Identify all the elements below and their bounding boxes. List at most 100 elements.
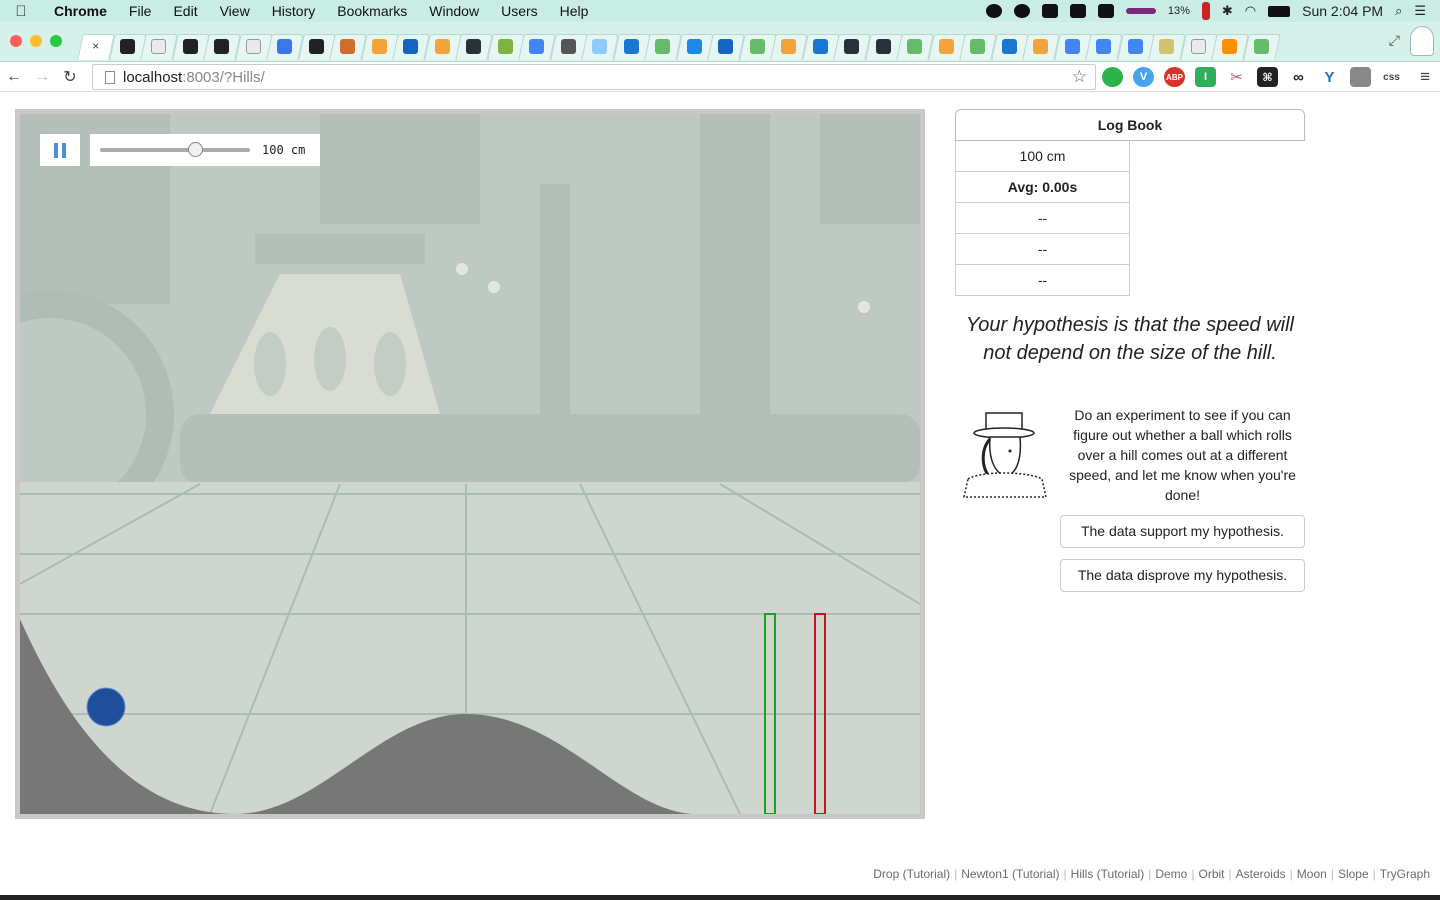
lab-flask	[254, 332, 286, 396]
browser-tab[interactable]	[427, 32, 459, 60]
simulation-canvas[interactable]: 100 cm	[15, 109, 925, 819]
browser-tab[interactable]	[1025, 32, 1057, 60]
browser-tab[interactable]	[269, 32, 301, 60]
game-extension-icon[interactable]	[1350, 67, 1371, 87]
browser-tab[interactable]	[710, 32, 742, 60]
browser-tab[interactable]	[1088, 32, 1120, 60]
tools-extension-icon[interactable]: ✂	[1226, 67, 1247, 87]
slider-track[interactable]	[100, 142, 250, 157]
tab-favicon-icon	[686, 38, 702, 54]
close-tab-icon[interactable]: ×	[92, 39, 99, 53]
data-support-button[interactable]: The data support my hypothesis.	[1060, 515, 1305, 548]
notification-bell-icon[interactable]	[985, 4, 1002, 18]
forward-button[interactable]: →	[28, 68, 56, 86]
browser-tab[interactable]	[742, 32, 774, 60]
browser-tab[interactable]	[647, 32, 679, 60]
clock[interactable]: Sun 2:04 PM	[1302, 3, 1383, 19]
menu-edit[interactable]: Edit	[162, 3, 208, 19]
reload-button[interactable]: ↻	[56, 67, 84, 87]
rolling-ball[interactable]	[86, 687, 126, 727]
browser-tab[interactable]	[899, 32, 931, 60]
slider-thumb[interactable]	[187, 142, 203, 157]
footer-link[interactable]: TryGraph	[1380, 867, 1430, 881]
browser-tab[interactable]	[521, 32, 553, 60]
command-extension-icon[interactable]: ⌘	[1257, 67, 1278, 87]
browser-tab[interactable]	[175, 32, 207, 60]
spotlight-search-icon[interactable]: ⌕	[1395, 3, 1402, 19]
browser-tab[interactable]	[994, 32, 1026, 60]
bird-icon[interactable]	[1069, 4, 1086, 18]
footer-link[interactable]: Hills (Tutorial)	[1071, 867, 1145, 881]
vimeo-extension-icon[interactable]: V	[1133, 67, 1154, 87]
browser-tab[interactable]	[931, 32, 963, 60]
menu-view[interactable]: View	[209, 3, 261, 19]
footer-link[interactable]: Orbit	[1198, 867, 1224, 881]
menu-users[interactable]: Users	[490, 3, 549, 19]
menu-help[interactable]: Help	[549, 3, 600, 19]
wifi-icon[interactable]: ◠	[1245, 3, 1256, 19]
profile-icon[interactable]	[1410, 26, 1434, 56]
browser-tab[interactable]	[836, 32, 868, 60]
browser-tab[interactable]	[301, 32, 333, 60]
zoom-window-button[interactable]	[50, 35, 62, 47]
browser-tab[interactable]	[868, 32, 900, 60]
menu-app-name[interactable]: Chrome	[42, 3, 118, 19]
browser-tab[interactable]	[143, 32, 175, 60]
browser-tab[interactable]	[1183, 32, 1215, 60]
browser-tab[interactable]	[962, 32, 994, 60]
browser-tab[interactable]	[1151, 32, 1183, 60]
data-disprove-button[interactable]: The data disprove my hypothesis.	[1060, 559, 1305, 592]
css-extension-icon[interactable]: css	[1381, 67, 1402, 87]
balloon-icon[interactable]	[1013, 4, 1030, 18]
footer-link[interactable]: Newton1 (Tutorial)	[961, 867, 1059, 881]
address-bar[interactable]: localhost :8003/?Hills/ ☆	[92, 64, 1096, 90]
browser-tab[interactable]: ×	[80, 32, 112, 60]
browser-tab[interactable]	[395, 32, 427, 60]
vuejs-extension-icon[interactable]: Y	[1319, 67, 1340, 87]
browser-tab[interactable]	[1246, 32, 1278, 60]
footer-link[interactable]: Drop (Tutorial)	[873, 867, 950, 881]
browser-tab[interactable]	[332, 32, 364, 60]
footer-link[interactable]: Moon	[1297, 867, 1327, 881]
pushbullet-extension-icon[interactable]: I	[1195, 67, 1216, 87]
bluetooth-icon[interactable]: ✱	[1222, 3, 1233, 19]
browser-tab[interactable]	[1120, 32, 1152, 60]
browser-tab[interactable]	[773, 32, 805, 60]
battery-icon[interactable]	[1268, 5, 1291, 17]
browser-tab[interactable]	[679, 32, 711, 60]
chrome-menu-icon[interactable]: ≡	[1420, 67, 1430, 87]
close-window-button[interactable]	[10, 35, 22, 47]
notification-center-icon[interactable]: ☰	[1414, 3, 1426, 19]
footer-link[interactable]: Demo	[1155, 867, 1187, 881]
browser-tab[interactable]	[553, 32, 585, 60]
browser-tab[interactable]	[458, 32, 490, 60]
minimize-window-button[interactable]	[30, 35, 42, 47]
browser-tab[interactable]	[584, 32, 616, 60]
fullscreen-icon[interactable]: ⤢	[1389, 32, 1400, 49]
back-button[interactable]: ←	[0, 68, 28, 86]
tab-favicon-icon	[1222, 38, 1238, 54]
airplay-icon[interactable]	[1097, 4, 1114, 18]
browser-tab[interactable]	[616, 32, 648, 60]
browser-tab[interactable]	[112, 32, 144, 60]
shield-icon[interactable]	[1041, 4, 1058, 18]
footer-link[interactable]: Asteroids	[1236, 867, 1286, 881]
browser-tab[interactable]	[490, 32, 522, 60]
menu-history[interactable]: History	[261, 3, 327, 19]
menu-file[interactable]: File	[118, 3, 163, 19]
browser-tab[interactable]	[1214, 32, 1246, 60]
footer-link[interactable]: Slope	[1338, 867, 1369, 881]
link-extension-icon[interactable]: ∞	[1288, 67, 1309, 87]
browser-tab[interactable]	[364, 32, 396, 60]
pause-button[interactable]	[40, 134, 80, 166]
adblock-extension-icon[interactable]: ABP	[1164, 67, 1185, 87]
bookmark-star-icon[interactable]: ☆	[1072, 67, 1087, 87]
browser-tab[interactable]	[238, 32, 270, 60]
apple-menu-icon[interactable]: 	[0, 3, 42, 20]
menu-window[interactable]: Window	[418, 3, 490, 19]
browser-tab[interactable]	[206, 32, 238, 60]
menu-bookmarks[interactable]: Bookmarks	[326, 3, 418, 19]
browser-tab[interactable]	[805, 32, 837, 60]
browser-tab[interactable]	[1057, 32, 1089, 60]
evernote-extension-icon[interactable]	[1102, 67, 1123, 87]
